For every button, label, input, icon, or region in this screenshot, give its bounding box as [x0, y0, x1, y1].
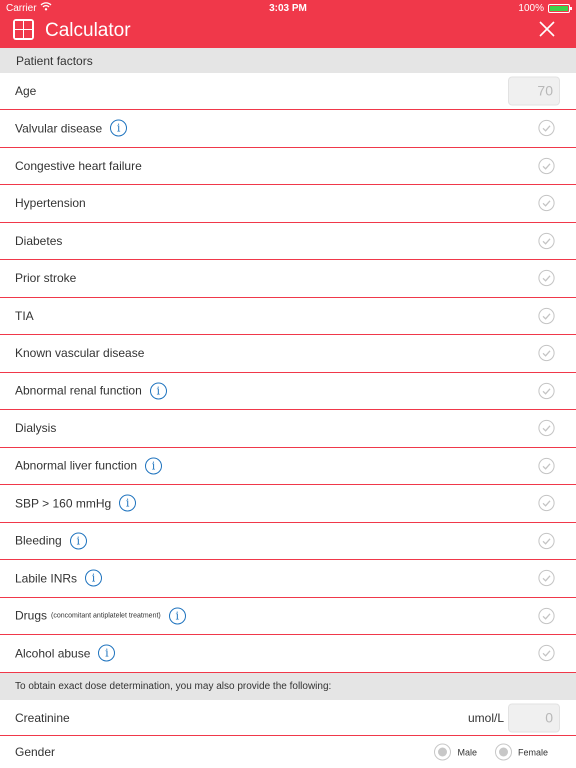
- info-icon[interactable]: i: [98, 644, 116, 662]
- factor-label: TIA: [15, 308, 34, 323]
- checkmark-icon[interactable]: [538, 382, 555, 399]
- factor-row[interactable]: SBP > 160 mmHg i: [0, 485, 576, 523]
- gender-row: Gender Male Female: [0, 736, 576, 768]
- radio-icon: [494, 743, 512, 761]
- checkmark-icon[interactable]: [538, 307, 555, 324]
- radio-label: Female: [517, 747, 548, 757]
- page-title: Calculator: [45, 20, 131, 41]
- factor-label: Dialysis: [15, 421, 57, 436]
- section-title: Patient factors: [16, 53, 93, 68]
- factor-row[interactable]: Diabetes: [0, 223, 576, 260]
- factor-row[interactable]: Drugs (concomitant antiplatelet treatment…: [0, 598, 576, 635]
- factor-row[interactable]: Prior stroke: [0, 260, 576, 298]
- factor-label: Prior stroke: [15, 271, 77, 286]
- factor-row[interactable]: Labile INRs i: [0, 560, 576, 598]
- section-title: To obtain exact dose determination, you …: [15, 681, 332, 692]
- checkmark-icon[interactable]: [538, 495, 555, 512]
- factor-label: Abnormal renal function: [15, 383, 142, 398]
- factor-row[interactable]: TIA: [0, 298, 576, 335]
- factor-label: Diabetes: [15, 233, 63, 248]
- gender-male-radio[interactable]: Male: [434, 743, 477, 761]
- status-bar: Carrier 3:03 PM 100%: [0, 0, 576, 16]
- battery-icon: [548, 4, 572, 13]
- checkmark-icon[interactable]: [538, 345, 555, 362]
- factor-label-group: Known vascular disease: [15, 346, 144, 360]
- checkmark-icon[interactable]: [538, 607, 555, 624]
- age-row: Age 70: [0, 73, 576, 110]
- gender-label: Gender: [15, 745, 56, 759]
- creatinine-unit: umol/L: [467, 710, 504, 725]
- checkmark-icon[interactable]: [538, 457, 555, 474]
- factor-label: Valvular disease: [15, 121, 103, 136]
- factor-label-group: Diabetes: [15, 234, 62, 248]
- factor-label: Alcohol abuse: [15, 646, 91, 661]
- factor-row[interactable]: Abnormal renal function i: [0, 373, 576, 410]
- factor-label: Congestive heart failure: [15, 158, 142, 173]
- factor-note: (concomitant antiplatelet treatment): [51, 612, 161, 620]
- creatinine-row: Creatinine umol/L 0: [0, 700, 576, 736]
- age-input[interactable]: 70: [508, 76, 560, 106]
- checkmark-icon[interactable]: [538, 270, 555, 287]
- factor-label-group: TIA: [15, 309, 34, 323]
- factor-label-group: Alcohol abuse i: [15, 644, 116, 662]
- factor-row[interactable]: Congestive heart failure: [0, 148, 576, 185]
- factor-row[interactable]: Dialysis: [0, 410, 576, 448]
- factor-row[interactable]: Alcohol abuse i: [0, 635, 576, 673]
- checkmark-icon[interactable]: [538, 570, 555, 587]
- factor-label-group: Abnormal renal function i: [15, 382, 167, 400]
- factor-label: SBP > 160 mmHg: [15, 496, 112, 511]
- checkmark-icon[interactable]: [538, 120, 555, 137]
- factor-label: Abnormal liver function: [15, 458, 138, 473]
- factor-label: Drugs: [15, 608, 48, 623]
- battery-percent: 100%: [518, 3, 544, 14]
- factor-label-group: Dialysis: [15, 421, 56, 435]
- dose-section-header: To obtain exact dose determination, you …: [0, 673, 576, 700]
- factor-label-group: Prior stroke: [15, 271, 76, 285]
- info-icon[interactable]: i: [149, 382, 167, 400]
- status-time: 3:03 PM: [269, 3, 307, 14]
- info-icon[interactable]: i: [145, 457, 163, 475]
- factor-row[interactable]: Hypertension: [0, 185, 576, 223]
- factor-label-group: Valvular disease i: [15, 119, 128, 137]
- factor-label-group: Abnormal liver function i: [15, 457, 163, 475]
- factor-label: Hypertension: [15, 196, 86, 211]
- factor-label-group: Drugs (concomitant antiplatelet treatment…: [15, 607, 186, 625]
- factor-row[interactable]: Known vascular disease: [0, 335, 576, 373]
- creatinine-label: Creatinine: [15, 710, 70, 725]
- patient-factors-header: Patient factors: [0, 48, 576, 73]
- info-icon[interactable]: i: [85, 569, 103, 587]
- info-icon[interactable]: i: [168, 607, 186, 625]
- info-icon[interactable]: i: [110, 119, 128, 137]
- app-header: Carrier 3:03 PM 100% Calculator: [0, 0, 576, 48]
- calculator-icon: [13, 19, 34, 40]
- factor-label: Bleeding: [15, 533, 62, 548]
- gender-options: Male Female: [434, 743, 548, 761]
- checkmark-icon[interactable]: [538, 157, 555, 174]
- factor-label-group: SBP > 160 mmHg i: [15, 494, 137, 512]
- checkmark-icon[interactable]: [538, 645, 555, 662]
- factor-row[interactable]: Bleeding i: [0, 523, 576, 560]
- creatinine-input[interactable]: 0: [508, 703, 560, 732]
- checkmark-icon[interactable]: [538, 195, 555, 212]
- factor-label-group: Congestive heart failure: [15, 159, 142, 173]
- factor-label-group: Bleeding i: [15, 532, 87, 550]
- checkmark-icon[interactable]: [538, 232, 555, 249]
- close-icon[interactable]: [538, 20, 556, 38]
- checkmark-icon[interactable]: [538, 532, 555, 549]
- radio-label: Male: [457, 747, 477, 757]
- factor-label-group: Hypertension: [15, 196, 86, 210]
- factor-label-group: Labile INRs i: [15, 569, 103, 587]
- factor-row[interactable]: Abnormal liver function i: [0, 448, 576, 485]
- radio-icon: [434, 743, 452, 761]
- factor-row[interactable]: Valvular disease i: [0, 110, 576, 148]
- info-icon[interactable]: i: [69, 532, 87, 550]
- checkmark-icon[interactable]: [538, 420, 555, 437]
- info-icon[interactable]: i: [119, 494, 137, 512]
- factor-label: Known vascular disease: [15, 346, 145, 361]
- factor-label: Labile INRs: [15, 571, 78, 586]
- age-label: Age: [15, 84, 37, 98]
- gender-female-radio[interactable]: Female: [494, 743, 548, 761]
